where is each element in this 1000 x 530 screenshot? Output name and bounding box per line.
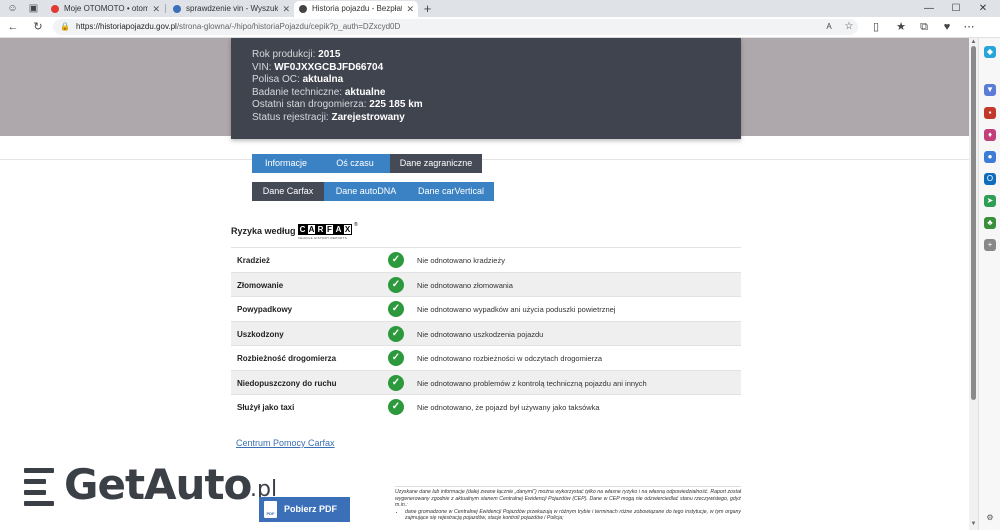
tab-otomoto[interactable]: Moje OTOMOTO • otomoto.pl ✕ bbox=[46, 1, 164, 17]
disclaimer-text: Uzyskane dane lub informacje (dalej zwan… bbox=[395, 489, 741, 522]
tab-vin-search[interactable]: sprawdzenie vin - Wyszukaj ✕ bbox=[168, 1, 294, 17]
close-tab-icon[interactable]: ✕ bbox=[406, 1, 414, 17]
browser-toolbar: ← ↻ 🔒 https://historiapojazdu.gov.pl/str… bbox=[0, 17, 1000, 38]
logo-bars-icon bbox=[24, 468, 60, 506]
back-icon[interactable]: ← bbox=[6, 20, 20, 34]
oc-policy-row: Polisa OC: aktualna bbox=[252, 74, 344, 85]
download-pdf-button[interactable]: PDF Pobierz PDF bbox=[259, 497, 350, 522]
games-icon[interactable]: ♦ bbox=[984, 129, 996, 141]
tab-informacje[interactable]: Informacje bbox=[252, 154, 320, 173]
scrollbar-thumb[interactable] bbox=[971, 46, 976, 400]
check-icon: ✓ bbox=[388, 301, 404, 317]
inspection-row: Badanie techniczne: aktualne bbox=[252, 87, 386, 98]
scroll-down-icon[interactable]: ▼ bbox=[969, 521, 978, 527]
tab-label: sprawdzenie vin - Wyszukaj bbox=[186, 4, 278, 13]
minimize-icon[interactable]: — bbox=[918, 0, 940, 17]
lock-icon[interactable]: 🔒 bbox=[60, 22, 70, 31]
table-row: Służył jako taxi ✓ Nie odnotowano, że po… bbox=[231, 394, 741, 419]
carfax-logo: C A R F A X VEHICLE HISTORY REPORTS ® bbox=[298, 222, 358, 240]
new-tab-button[interactable]: + bbox=[421, 2, 434, 15]
odometer-row: Ostatni stan drogomierza: 225 185 km bbox=[252, 99, 423, 110]
search-favicon-icon bbox=[173, 5, 181, 13]
tab-dane-carfax[interactable]: Dane Carfax bbox=[252, 182, 324, 201]
table-row: Kradzież ✓ Nie odnotowano kradzieży bbox=[231, 247, 741, 272]
browser-sidebar: ◆ ▼ ▪ ♦ ● O ➤ ♣ + ⚙ bbox=[978, 38, 1000, 530]
m365-icon[interactable]: ● bbox=[984, 151, 996, 163]
tab-separator bbox=[165, 4, 166, 13]
check-icon: ✓ bbox=[388, 374, 404, 391]
refresh-icon[interactable]: ↻ bbox=[31, 20, 45, 34]
table-row: Złomowanie ✓ Nie odnotowano złomowania bbox=[231, 271, 741, 296]
check-icon: ✓ bbox=[388, 252, 404, 268]
profile-icon[interactable]: ☺ bbox=[6, 2, 19, 15]
favorite-star-icon[interactable]: ☆ bbox=[842, 20, 856, 34]
tab-label: Historia pojazdu - Bezpłatny rap bbox=[312, 4, 402, 13]
address-bar[interactable]: 🔒 https://historiapojazdu.gov.pl/strona-… bbox=[53, 19, 858, 35]
tab-label: Moje OTOMOTO • otomoto.pl bbox=[64, 4, 148, 13]
url-text: https://historiapojazdu.gov.pl/strona-gl… bbox=[76, 22, 401, 31]
read-aloud-icon[interactable]: A bbox=[822, 20, 836, 34]
tab-dane-zagraniczne[interactable]: Dane zagraniczne bbox=[390, 154, 482, 173]
check-icon: ✓ bbox=[388, 399, 404, 415]
drop-icon[interactable]: ➤ bbox=[984, 195, 996, 207]
disclaimer-divider bbox=[395, 486, 741, 487]
hero-divider bbox=[0, 138, 969, 160]
close-tab-icon[interactable]: ✕ bbox=[152, 1, 160, 17]
check-icon: ✓ bbox=[388, 350, 404, 366]
vin-row: VIN: WF0JXXGCBJFD66704 bbox=[252, 62, 384, 73]
favorites-icon[interactable]: ★ bbox=[894, 20, 908, 34]
tab-dane-carvertical[interactable]: Dane carVertical bbox=[408, 182, 494, 201]
browser-tab-strip: ☺ ▣ Moje OTOMOTO • otomoto.pl ✕ sprawdze… bbox=[0, 0, 1000, 17]
pdf-icon: PDF bbox=[264, 501, 277, 518]
historia-favicon-icon bbox=[299, 5, 307, 13]
table-row: Powypadkowy ✓ Nie odnotowano wypadków an… bbox=[231, 296, 741, 321]
scroll-up-icon[interactable]: ▲ bbox=[969, 39, 978, 45]
production-year-row: Rok produkcji: 2015 bbox=[252, 49, 341, 60]
tab-dane-autodna[interactable]: Dane autoDNA bbox=[324, 182, 408, 201]
risk-title: Ryzyka według bbox=[231, 226, 296, 236]
workspaces-icon[interactable]: ▣ bbox=[27, 2, 40, 15]
table-row: Rozbieżność drogomierza ✓ Nie odnotowano… bbox=[231, 345, 741, 370]
registration-status-row: Status rejestracji: Zarejestrowany bbox=[252, 112, 405, 123]
tab-historia-pojazdu[interactable]: Historia pojazdu - Bezpłatny rap ✕ bbox=[294, 1, 418, 17]
table-row: Uszkodzony ✓ Nie odnotowano uszkodzenia … bbox=[231, 320, 741, 345]
outlook-icon[interactable]: O bbox=[984, 173, 996, 185]
close-tab-icon[interactable]: ✕ bbox=[282, 1, 290, 17]
tools-icon[interactable]: ▪ bbox=[984, 107, 996, 119]
otomoto-favicon-icon bbox=[51, 5, 59, 13]
risk-table: Kradzież ✓ Nie odnotowano kradzieży Złom… bbox=[231, 247, 741, 419]
maximize-icon[interactable]: ☐ bbox=[945, 0, 967, 17]
more-options-icon[interactable]: ⋯ bbox=[962, 20, 976, 34]
copilot-icon[interactable]: ◆ bbox=[984, 46, 996, 58]
carfax-help-link[interactable]: Centrum Pomocy Carfax bbox=[236, 438, 335, 448]
add-sidebar-icon[interactable]: + bbox=[984, 239, 996, 251]
shopping-tag-icon[interactable]: ▼ bbox=[984, 84, 996, 96]
table-row: Niedopuszczony do ruchu ✓ Nie odnotowano… bbox=[231, 369, 741, 394]
close-window-icon[interactable]: ✕ bbox=[972, 0, 994, 17]
tab-os-czasu[interactable]: Oś czasu bbox=[320, 154, 390, 173]
vehicle-summary-box: Rok produkcji: 2015 VIN: WF0JXXGCBJFD667… bbox=[231, 38, 741, 139]
tree-icon[interactable]: ♣ bbox=[984, 217, 996, 229]
collections-icon[interactable]: ⧉ bbox=[917, 20, 931, 34]
split-screen-icon[interactable]: ▯ bbox=[869, 20, 883, 34]
carfax-wordmark: C A R F A X bbox=[298, 224, 352, 235]
check-icon: ✓ bbox=[388, 276, 404, 293]
sidebar-settings-icon[interactable]: ⚙ bbox=[984, 512, 996, 524]
check-icon: ✓ bbox=[388, 325, 404, 342]
extensions-icon[interactable]: ♥ bbox=[940, 20, 954, 34]
